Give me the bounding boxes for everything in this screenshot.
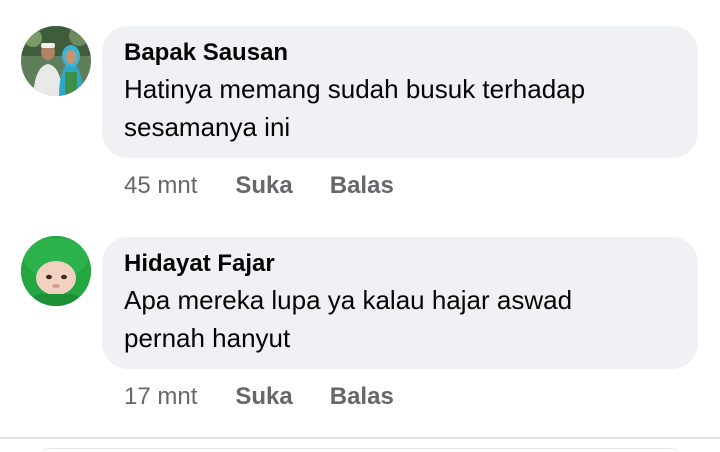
- comment-timestamp[interactable]: 17 mnt: [124, 383, 197, 411]
- comment-actions: 17 mnt Suka Balas: [124, 382, 394, 412]
- baby-green-hood-avatar-icon: [21, 236, 91, 306]
- comment-text-line: sesamanya ini: [124, 112, 291, 142]
- comment-text-line: pernah hanyut: [124, 323, 291, 353]
- comment-composer-edge: [40, 448, 680, 452]
- comment-thread: Bapak Sausan Hatinya memang sudah busuk …: [0, 0, 720, 452]
- avatar[interactable]: [21, 26, 91, 96]
- avatar[interactable]: [21, 236, 91, 306]
- couple-photo-avatar-icon: [21, 26, 91, 96]
- reply-button[interactable]: Balas: [330, 383, 394, 411]
- comment-bubble: Hidayat Fajar Apa mereka lupa ya kalau h…: [102, 237, 698, 369]
- divider: [0, 437, 720, 439]
- comment-text-line: Hatinya memang sudah busuk terhadap: [124, 74, 586, 104]
- comment-bubble: Bapak Sausan Hatinya memang sudah busuk …: [102, 26, 698, 158]
- comment-text-line: Apa mereka lupa ya kalau hajar aswad: [124, 285, 573, 315]
- comment-actions: 45 mnt Suka Balas: [124, 171, 394, 201]
- comment-timestamp[interactable]: 45 mnt: [124, 172, 197, 200]
- reply-button[interactable]: Balas: [330, 172, 394, 200]
- like-button[interactable]: Suka: [235, 383, 292, 411]
- comment-author[interactable]: Hidayat Fajar: [124, 249, 676, 279]
- comment-author[interactable]: Bapak Sausan: [124, 38, 676, 68]
- like-button[interactable]: Suka: [235, 172, 292, 200]
